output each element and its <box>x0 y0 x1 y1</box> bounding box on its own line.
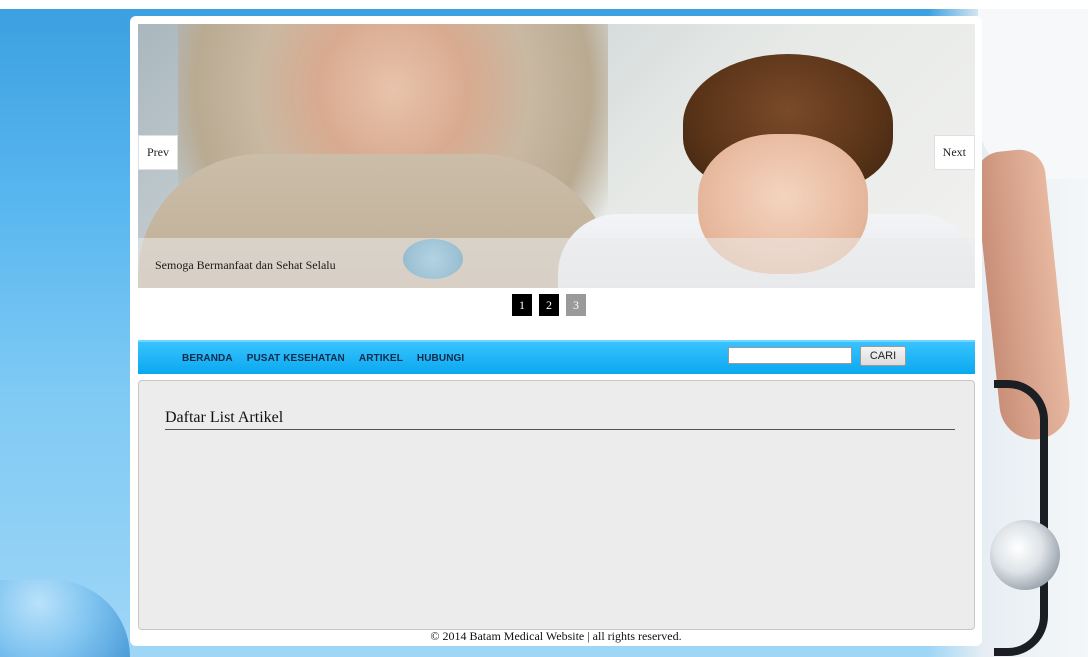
prev-button[interactable]: Prev <box>138 135 178 170</box>
page-wrapper: Semoga Bermanfaat dan Sehat Selalu Prev … <box>130 16 982 646</box>
nav-item-hubungi[interactable]: HUBUNGI <box>417 353 464 364</box>
slide-pager: 1 2 3 <box>512 294 586 316</box>
pager-button-1[interactable]: 1 <box>512 294 532 316</box>
top-strip <box>0 0 1088 9</box>
background-stethoscope-tube <box>994 380 1048 656</box>
pager-button-3[interactable]: 3 <box>566 294 586 316</box>
main-navbar: BERANDA PUSAT KESEHATAN ARTIKEL HUBUNGI … <box>138 340 975 374</box>
content-panel: Daftar List Artikel <box>138 380 975 630</box>
nav-item-artikel[interactable]: ARTIKEL <box>359 353 403 364</box>
image-slider: Semoga Bermanfaat dan Sehat Selalu Prev … <box>138 24 975 288</box>
slide-caption: Semoga Bermanfaat dan Sehat Selalu <box>155 258 336 272</box>
background-stethoscope-icon <box>990 520 1060 590</box>
nav-item-beranda[interactable]: BERANDA <box>182 353 233 364</box>
search-button[interactable]: CARI <box>860 346 906 366</box>
pager-button-2[interactable]: 2 <box>539 294 559 316</box>
nav-item-pusat-kesehatan[interactable]: PUSAT KESEHATAN <box>247 353 345 364</box>
footer: © 2014 Batam Medical Website | all right… <box>430 629 682 643</box>
nav-menu: BERANDA PUSAT KESEHATAN ARTIKEL HUBUNGI <box>182 342 464 374</box>
search-input[interactable] <box>728 347 852 364</box>
page-title: Daftar List Artikel <box>165 409 955 430</box>
background-globe-icon <box>0 580 130 657</box>
next-button[interactable]: Next <box>933 135 975 170</box>
